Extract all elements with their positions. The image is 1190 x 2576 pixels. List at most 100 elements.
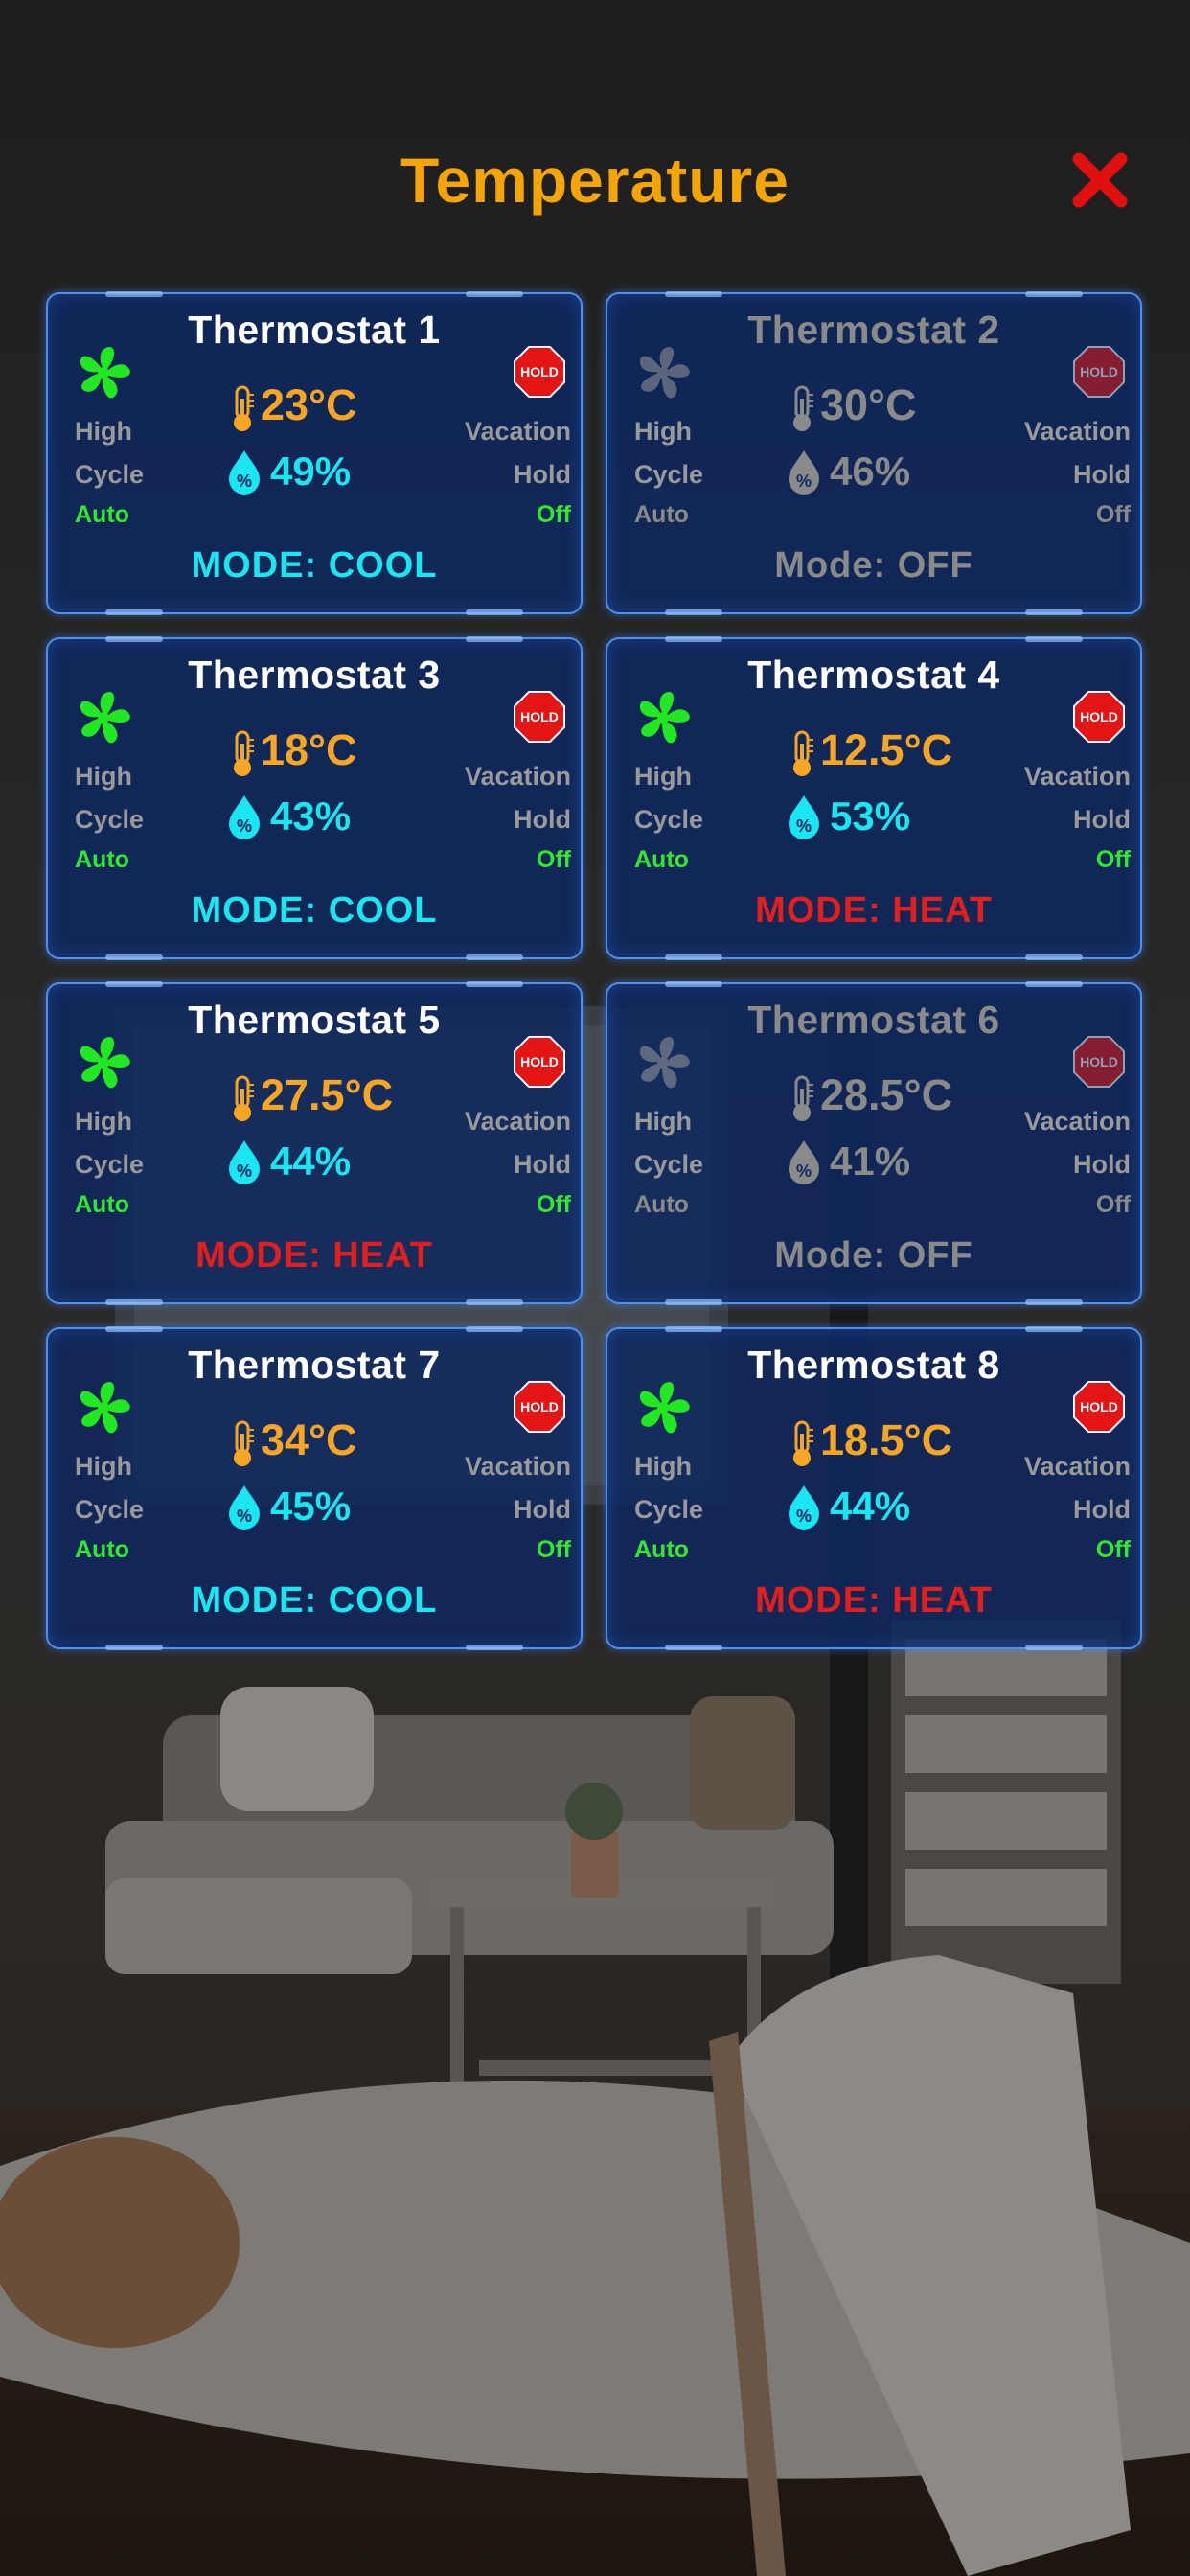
vacation-label[interactable]: Vacation (1024, 1107, 1131, 1137)
thermostat-card-4[interactable]: Thermostat 4 HOLD 12.5°C % 53% High Cycl… (606, 636, 1142, 960)
fan-auto-label[interactable]: Auto (634, 1536, 689, 1564)
humidity-value: 41% (830, 1138, 911, 1184)
fan-cycle-label[interactable]: Cycle (75, 1495, 144, 1525)
hold-stop-icon[interactable]: HOLD (1073, 1036, 1125, 1088)
svg-text:HOLD: HOLD (520, 1054, 559, 1070)
humidity-icon: % (789, 450, 819, 494)
thermometer-icon (793, 1420, 813, 1466)
vacation-label[interactable]: Vacation (465, 762, 571, 792)
hold-stop-icon[interactable]: HOLD (514, 1381, 565, 1433)
thermostat-card-7[interactable]: Thermostat 7 HOLD 34°C % 45% High Cycle … (46, 1326, 583, 1650)
humidity-icon: % (229, 795, 260, 840)
fan-auto-label[interactable]: Auto (75, 501, 129, 529)
fan-icon[interactable] (634, 1034, 692, 1092)
humidity-value: 44% (270, 1138, 352, 1184)
fan-icon[interactable] (634, 689, 692, 747)
mode-status[interactable]: MODE: HEAT (607, 1580, 1140, 1622)
humidity-value: 53% (830, 794, 911, 839)
humidity-icon: % (229, 450, 260, 494)
fan-cycle-label[interactable]: Cycle (634, 1495, 703, 1525)
hold-stop-icon[interactable]: HOLD (514, 346, 565, 398)
mode-status[interactable]: Mode: OFF (607, 545, 1140, 586)
mode-status[interactable]: MODE: COOL (48, 1580, 581, 1622)
svg-text:HOLD: HOLD (1080, 364, 1118, 380)
fan-speed-label[interactable]: High (75, 762, 132, 792)
fan-speed-label[interactable]: High (634, 762, 692, 792)
fan-icon[interactable] (75, 1379, 132, 1437)
thermostat-card-6[interactable]: Thermostat 6 HOLD 28.5°C % 41% High Cycl… (606, 981, 1142, 1305)
vacation-label[interactable]: Vacation (1024, 417, 1131, 447)
fan-icon[interactable] (634, 1379, 692, 1437)
hold-off-status: Off (1095, 1536, 1131, 1563)
svg-text:HOLD: HOLD (520, 709, 559, 724)
humidity-icon: % (789, 1485, 819, 1530)
fan-speed-label[interactable]: High (634, 417, 692, 447)
fan-speed-label[interactable]: High (75, 1452, 132, 1482)
temperature-value: 23°C (261, 380, 357, 429)
temperature-value: 28.5°C (820, 1070, 953, 1119)
thermometer-icon (793, 730, 813, 776)
thermometer-icon (234, 730, 254, 776)
hold-label[interactable]: Hold (514, 1150, 571, 1180)
fan-cycle-label[interactable]: Cycle (75, 805, 144, 835)
fan-icon[interactable] (75, 689, 132, 747)
vacation-label[interactable]: Vacation (465, 1107, 571, 1137)
mode-status[interactable]: MODE: COOL (48, 890, 581, 932)
hold-stop-icon[interactable]: HOLD (514, 691, 565, 743)
fan-cycle-label[interactable]: Cycle (75, 1150, 144, 1180)
mode-status[interactable]: MODE: HEAT (607, 890, 1140, 932)
hold-off-status: Off (536, 1191, 571, 1218)
fan-speed-label[interactable]: High (75, 1107, 132, 1137)
svg-text:%: % (237, 1162, 252, 1181)
hold-label[interactable]: Hold (514, 1495, 571, 1525)
fan-icon[interactable] (75, 1034, 132, 1092)
hold-off-status: Off (1095, 501, 1131, 528)
svg-text:HOLD: HOLD (1080, 1054, 1118, 1070)
fan-cycle-label[interactable]: Cycle (634, 460, 703, 490)
hold-stop-icon[interactable]: HOLD (1073, 691, 1125, 743)
thermostat-card-1[interactable]: Thermostat 1 HOLD 23°C % 49% High Cycle … (46, 291, 583, 615)
vacation-label[interactable]: Vacation (1024, 762, 1131, 792)
mode-status[interactable]: Mode: OFF (607, 1235, 1140, 1276)
temperature-value: 30°C (820, 380, 917, 429)
hold-stop-icon[interactable]: HOLD (1073, 1381, 1125, 1433)
fan-auto-label[interactable]: Auto (634, 846, 689, 874)
hold-label[interactable]: Hold (1073, 805, 1131, 835)
fan-icon[interactable] (75, 344, 132, 402)
fan-auto-label[interactable]: Auto (75, 846, 129, 874)
fan-auto-label[interactable]: Auto (634, 501, 689, 529)
hold-label[interactable]: Hold (1073, 460, 1131, 490)
hold-label[interactable]: Hold (1073, 1495, 1131, 1525)
hold-label[interactable]: Hold (514, 460, 571, 490)
thermostat-card-3[interactable]: Thermostat 3 HOLD 18°C % 43% High Cycle … (46, 636, 583, 960)
fan-cycle-label[interactable]: Cycle (75, 460, 144, 490)
mode-status[interactable]: MODE: COOL (48, 545, 581, 586)
vacation-label[interactable]: Vacation (465, 1452, 571, 1482)
thermometer-icon (793, 1075, 813, 1121)
svg-text:HOLD: HOLD (520, 364, 559, 380)
fan-speed-label[interactable]: High (634, 1452, 692, 1482)
humidity-icon: % (789, 1140, 819, 1184)
page-title: Temperature (400, 145, 790, 216)
fan-icon[interactable] (634, 344, 692, 402)
thermostat-card-2[interactable]: Thermostat 2 HOLD 30°C % 46% High Cycle … (606, 291, 1142, 615)
hold-label[interactable]: Hold (1073, 1150, 1131, 1180)
mode-status[interactable]: MODE: HEAT (48, 1235, 581, 1276)
humidity-icon: % (789, 795, 819, 840)
close-icon[interactable] (1071, 151, 1129, 209)
vacation-label[interactable]: Vacation (1024, 1452, 1131, 1482)
hold-label[interactable]: Hold (514, 805, 571, 835)
fan-speed-label[interactable]: High (75, 417, 132, 447)
fan-auto-label[interactable]: Auto (75, 1536, 129, 1564)
fan-auto-label[interactable]: Auto (634, 1191, 689, 1219)
thermostat-card-8[interactable]: Thermostat 8 HOLD 18.5°C % 44% High Cycl… (606, 1326, 1142, 1650)
fan-cycle-label[interactable]: Cycle (634, 1150, 703, 1180)
fan-auto-label[interactable]: Auto (75, 1191, 129, 1219)
svg-text:HOLD: HOLD (1080, 709, 1118, 724)
thermostat-card-5[interactable]: Thermostat 5 HOLD 27.5°C % 44% High Cycl… (46, 981, 583, 1305)
vacation-label[interactable]: Vacation (465, 417, 571, 447)
hold-stop-icon[interactable]: HOLD (514, 1036, 565, 1088)
fan-cycle-label[interactable]: Cycle (634, 805, 703, 835)
hold-stop-icon[interactable]: HOLD (1073, 346, 1125, 398)
fan-speed-label[interactable]: High (634, 1107, 692, 1137)
